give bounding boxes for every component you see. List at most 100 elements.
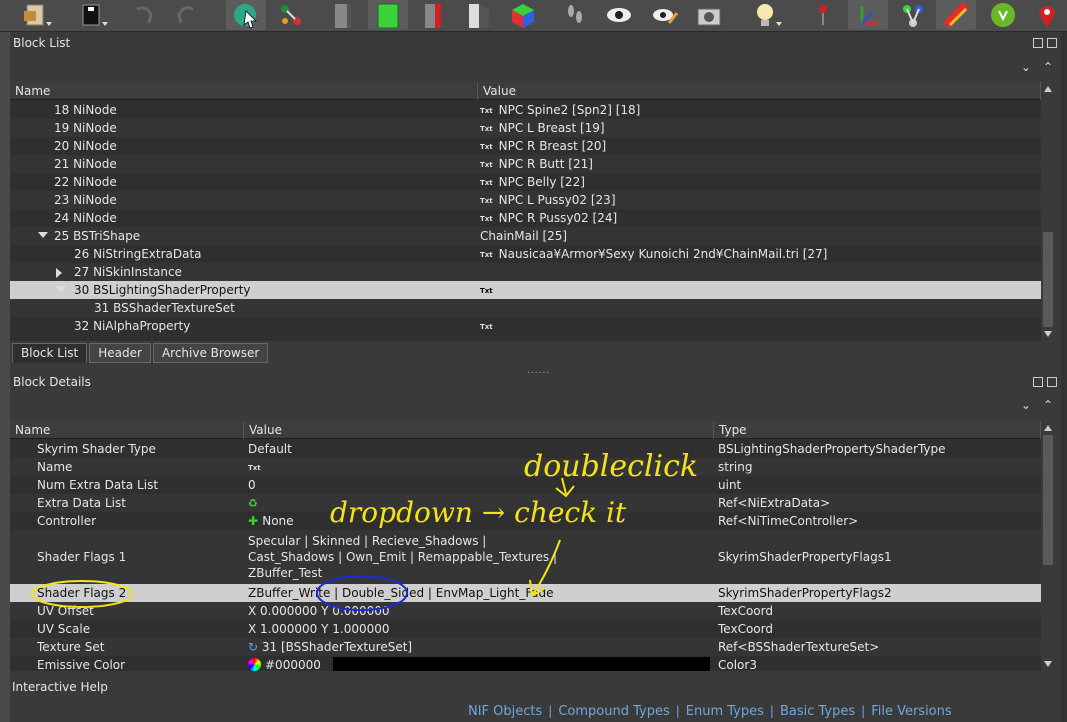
nodes-icon[interactable] xyxy=(896,0,930,30)
block-list-row[interactable]: 21 NiNode Txt NPC R Butt [21] xyxy=(10,155,1041,173)
block-list-row[interactable]: 31 BSShaderTextureSet xyxy=(10,299,1041,317)
txt-icon: Txt xyxy=(480,161,493,169)
scroll-thumb[interactable] xyxy=(1043,435,1053,565)
collapsed-arrow-icon[interactable] xyxy=(56,268,62,278)
float-button[interactable] xyxy=(1033,38,1043,48)
eye-icon[interactable] xyxy=(602,0,636,30)
detail-row[interactable]: Emissive Color #000000 Color3 xyxy=(10,656,1041,671)
load-icon[interactable] xyxy=(74,0,108,30)
detail-value[interactable]: Txt xyxy=(248,458,710,476)
block-list-row[interactable]: 32 NiAlphaProperty Txt xyxy=(10,317,1041,335)
link-nif-objects[interactable]: NIF Objects xyxy=(468,704,542,719)
link-basic-types[interactable]: Basic Types xyxy=(780,704,855,719)
detail-type: Ref<NiTimeController> xyxy=(718,514,859,528)
detail-row[interactable]: UV Offset X 0.000000 Y 0.000000 TexCoord xyxy=(10,602,1041,620)
color-wheel-icon[interactable] xyxy=(248,658,261,671)
red-block-icon[interactable] xyxy=(416,0,450,30)
block-list-row[interactable]: 18 NiNode Txt NPC Spine2 [Spn2] [18] xyxy=(10,101,1041,119)
lightbulb-icon[interactable] xyxy=(748,0,782,30)
detail-row[interactable]: Shader Flags 1 Specular | Skinned | Recie… xyxy=(10,530,1041,584)
block-details-scrollbar[interactable] xyxy=(1041,421,1055,671)
detail-row[interactable]: Controller ✚ None Ref<NiTimeController> xyxy=(10,512,1041,530)
block-list-row[interactable]: 26 NiStringExtraData Txt Nausicaa¥Armor¥Se… xyxy=(10,245,1041,263)
collapse-all-icon[interactable]: ⌃ xyxy=(1043,398,1053,412)
block-name: 18 NiNode xyxy=(54,103,117,117)
block-list-row[interactable]: 20 NiNode Txt NPC R Breast [20] xyxy=(10,137,1041,155)
block-list-tree[interactable]: Name Value 18 NiNode Txt NPC Spine2 [Spn2]… xyxy=(10,82,1055,341)
column-type[interactable]: Type xyxy=(714,421,1041,439)
map-pin-icon[interactable] xyxy=(1030,0,1064,30)
green-block-icon[interactable] xyxy=(368,0,408,30)
block-list-row[interactable]: 30 BSLightingShaderProperty Txt xyxy=(10,281,1041,299)
redo-icon[interactable] xyxy=(168,0,202,30)
column-value[interactable]: Value xyxy=(478,82,1041,100)
link-enum-types[interactable]: Enum Types xyxy=(686,704,764,719)
compass-icon[interactable] xyxy=(986,0,1020,30)
block-list-row[interactable]: 24 NiNode Txt NPC R Pussy02 [24] xyxy=(10,209,1041,227)
link-file-versions[interactable]: File Versions xyxy=(871,704,951,719)
detail-value[interactable]: ↻ 31 [BSShaderTextureSet] xyxy=(248,638,710,656)
footprints-icon[interactable] xyxy=(558,0,592,30)
detail-value[interactable]: ♻ xyxy=(248,494,710,512)
tab-archive-browser[interactable]: Archive Browser xyxy=(152,343,269,363)
detail-value[interactable]: #000000 xyxy=(248,656,710,671)
color-cube-icon[interactable] xyxy=(506,0,540,30)
scroll-down-icon[interactable] xyxy=(1044,331,1052,337)
float-button[interactable] xyxy=(1033,377,1043,387)
expanded-arrow-icon[interactable] xyxy=(56,286,66,292)
texture-icon[interactable] xyxy=(936,0,976,30)
link-compound-types[interactable]: Compound Types xyxy=(558,704,669,719)
block-list-row[interactable]: 23 NiNode Txt NPC L Pussy02 [23] xyxy=(10,191,1041,209)
axes-icon[interactable] xyxy=(848,0,888,30)
transform-icon[interactable] xyxy=(274,0,308,30)
tab-block-list[interactable]: Block List xyxy=(12,343,88,363)
column-value[interactable]: Value xyxy=(244,421,714,439)
document-icon[interactable] xyxy=(18,0,52,30)
detail-value[interactable]: 0 xyxy=(248,476,710,494)
column-name[interactable]: Name xyxy=(10,421,244,439)
link-icon[interactable]: ↻ xyxy=(248,640,262,654)
scroll-thumb[interactable] xyxy=(1043,232,1053,327)
scroll-down-icon[interactable] xyxy=(1044,661,1052,667)
add-icon[interactable]: ✚ xyxy=(248,514,262,528)
expand-all-icon[interactable]: ⌄ xyxy=(1021,60,1031,74)
scroll-up-icon[interactable] xyxy=(1044,86,1052,92)
detail-value[interactable]: X 0.000000 Y 0.000000 xyxy=(248,602,710,620)
expanded-arrow-icon[interactable] xyxy=(38,232,48,238)
detail-row[interactable]: Name Txt string xyxy=(10,458,1041,476)
close-button[interactable] xyxy=(1047,377,1057,387)
detail-row[interactable]: Shader Flags 2 ZBuffer_Write | Double_Sid… xyxy=(10,584,1041,602)
gray-block-icon[interactable] xyxy=(326,0,360,30)
collapse-all-icon[interactable]: ⌃ xyxy=(1043,60,1053,74)
split-block-icon[interactable] xyxy=(462,0,496,30)
tab-header[interactable]: Header xyxy=(89,343,151,363)
detail-value[interactable]: ✚ None xyxy=(248,512,710,530)
detail-row[interactable]: Num Extra Data List 0 uint xyxy=(10,476,1041,494)
block-list-row[interactable]: 25 BSTriShape ChainMail [25] xyxy=(10,227,1041,245)
select-tool-icon[interactable] xyxy=(226,0,266,30)
detail-row[interactable]: UV Scale X 1.000000 Y 1.000000 TexCoord xyxy=(10,620,1041,638)
splitter-handle[interactable]: ...... xyxy=(527,366,550,376)
block-details-tree[interactable]: Name Value Type Skyrim Shader Type Defaul… xyxy=(10,421,1055,671)
block-list-row[interactable]: 22 NiNode Txt NPC Belly [22] xyxy=(10,173,1041,191)
scroll-up-icon[interactable] xyxy=(1044,425,1052,431)
detail-value[interactable]: X 1.000000 Y 1.000000 xyxy=(248,620,710,638)
detail-name: Shader Flags 1 xyxy=(37,550,127,564)
block-list-row[interactable]: 19 NiNode Txt NPC L Breast [19] xyxy=(10,119,1041,137)
block-list-row[interactable]: 27 NiSkinInstance xyxy=(10,263,1041,281)
detail-row[interactable]: Extra Data List ♻ Ref<NiExtraData> xyxy=(10,494,1041,512)
detail-value[interactable]: Specular | Skinned | Recieve_Shadows | Ca… xyxy=(248,530,710,584)
column-name[interactable]: Name xyxy=(10,82,478,100)
eye-edit-icon[interactable] xyxy=(648,0,682,30)
detail-row[interactable]: Skyrim Shader Type Default BSLightingShade… xyxy=(10,440,1041,458)
detail-value[interactable]: Default xyxy=(248,440,710,458)
undo-icon[interactable] xyxy=(128,0,162,30)
point-icon[interactable] xyxy=(806,0,840,30)
camera-icon[interactable] xyxy=(692,0,726,30)
expand-all-icon[interactable]: ⌄ xyxy=(1021,398,1031,412)
detail-value[interactable]: ZBuffer_Write | Double_Sided | EnvMap_Li… xyxy=(248,584,710,602)
block-list-scrollbar[interactable] xyxy=(1041,82,1055,341)
close-button[interactable] xyxy=(1047,38,1057,48)
detail-value-text: #000000 xyxy=(265,658,321,671)
detail-row[interactable]: Texture Set ↻ 31 [BSShaderTextureSet] Ref<… xyxy=(10,638,1041,656)
